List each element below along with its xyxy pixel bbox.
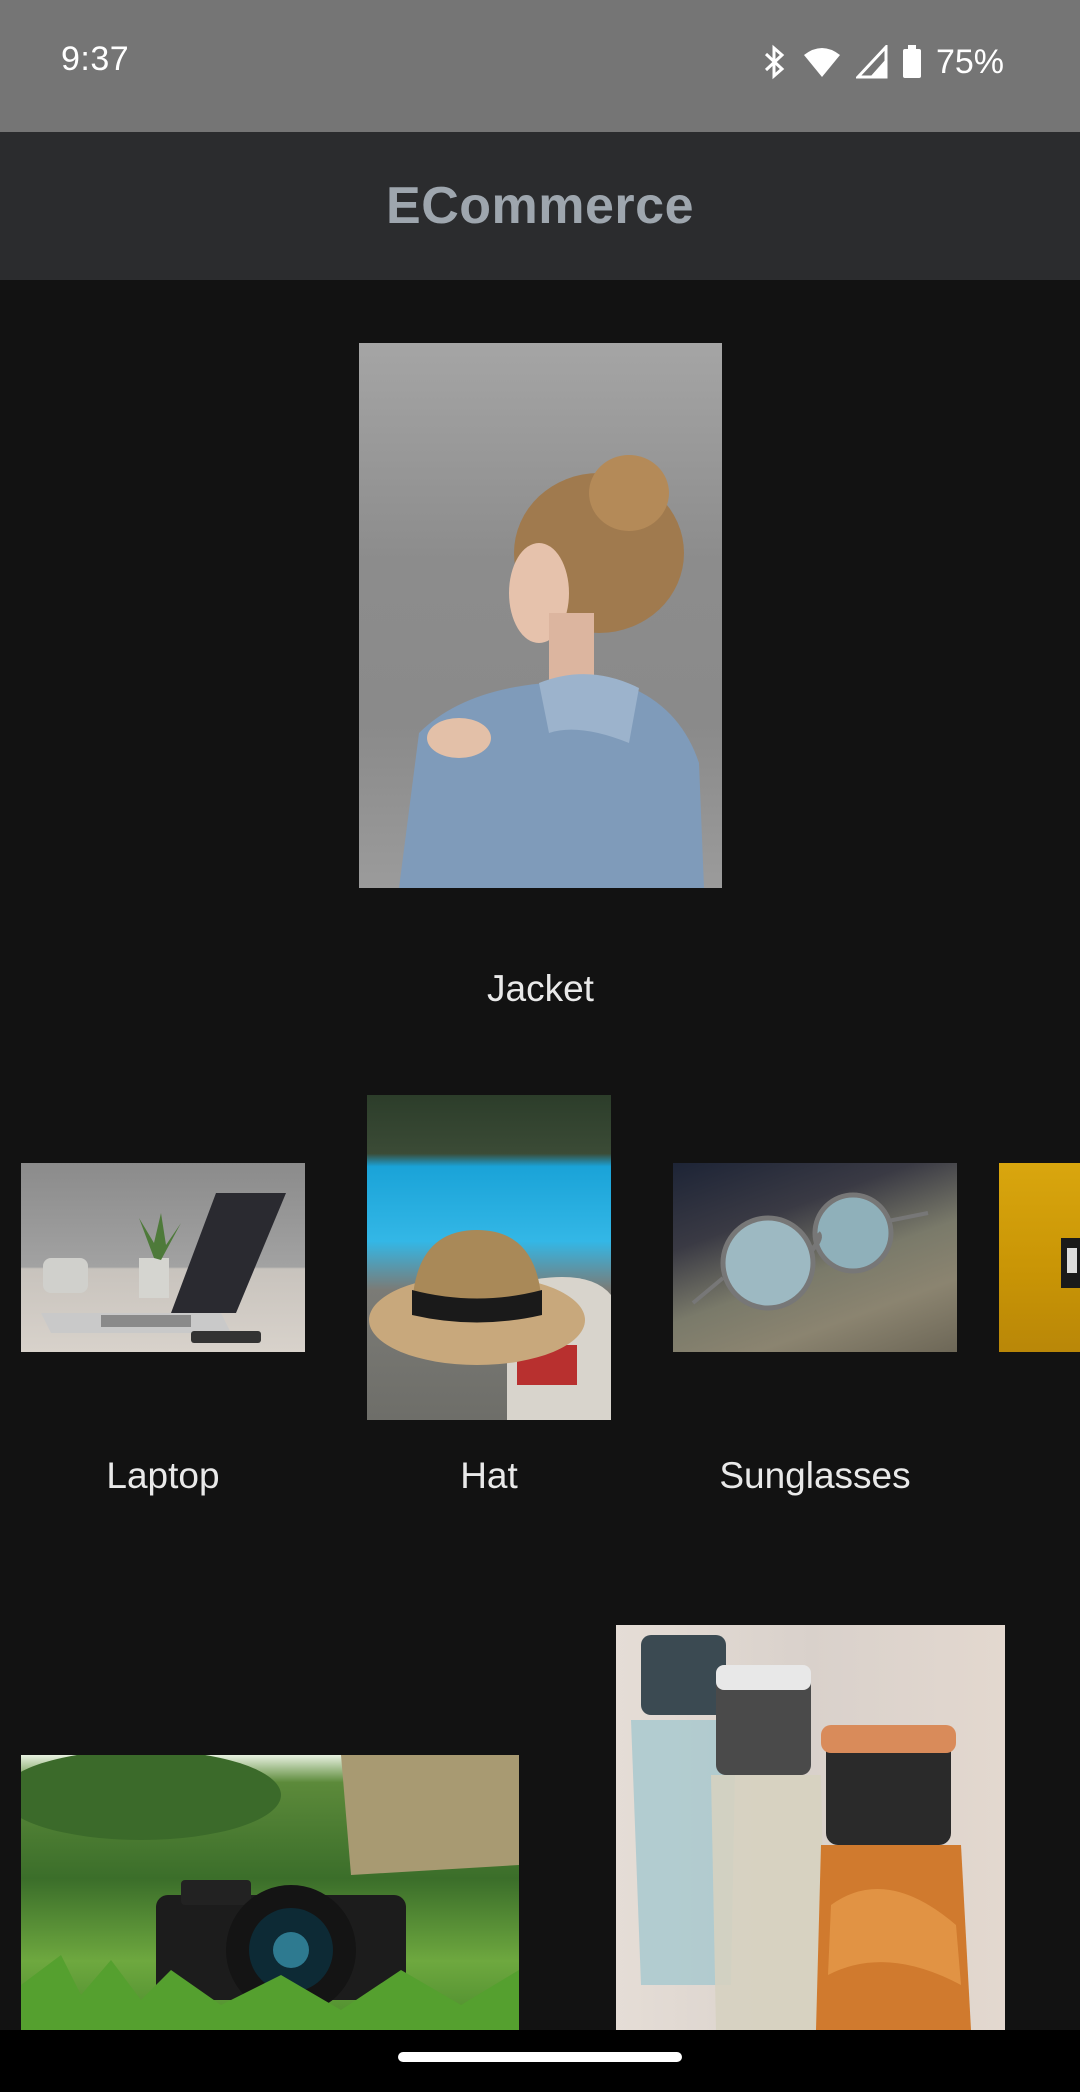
product-image-partial[interactable] (999, 1163, 1080, 1352)
bluetooth-icon (762, 44, 788, 80)
home-gesture-handle[interactable] (398, 2052, 682, 2062)
status-icons: 75% (762, 42, 1004, 82)
app-title: ECommerce (386, 177, 694, 235)
product-image-jacket[interactable] (359, 343, 722, 888)
wifi-icon (802, 45, 842, 79)
product-image-hat[interactable] (367, 1095, 611, 1420)
product-label-hat: Hat (460, 1455, 518, 1496)
product-label-sunglasses: Sunglasses (719, 1455, 911, 1496)
navigation-bar (0, 2030, 1080, 2092)
status-bar: 9:37 75% (0, 0, 1080, 132)
product-label-jacket: Jacket (487, 968, 594, 1009)
product-label-laptop: Laptop (106, 1455, 220, 1496)
product-image-laptop[interactable] (21, 1163, 305, 1352)
app-bar: ECommerce (0, 132, 1080, 280)
product-image-perfume[interactable] (616, 1625, 1005, 2030)
product-image-sunglasses[interactable] (673, 1163, 957, 1352)
battery-percent: 75% (935, 42, 1004, 81)
status-time: 9:37 (61, 40, 130, 78)
cell-signal-icon (855, 45, 888, 79)
product-image-camera[interactable] (21, 1755, 519, 2030)
battery-icon (902, 45, 922, 79)
